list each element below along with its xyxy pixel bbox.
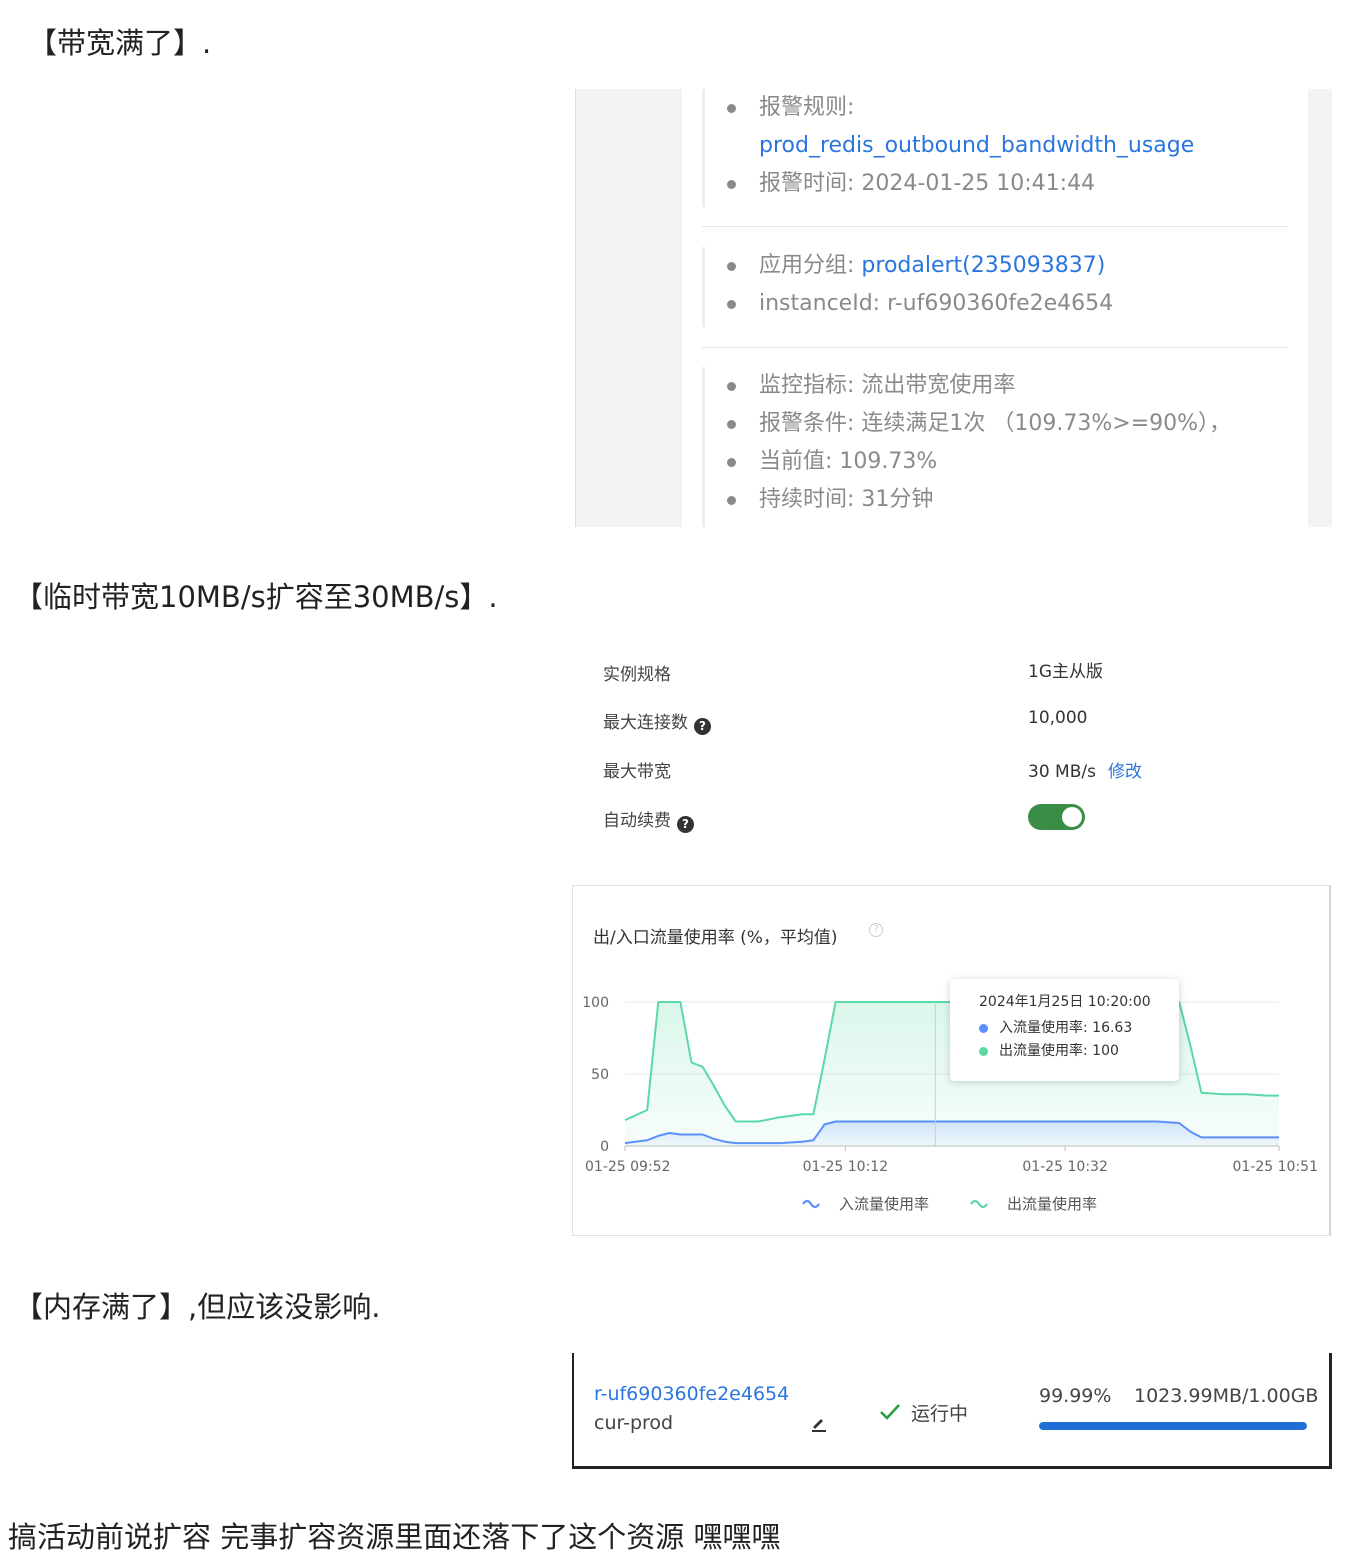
- legend-label: 出流量使用率: [1007, 1195, 1097, 1213]
- alert-condition-label: 报警条件:: [759, 411, 855, 436]
- divider: [702, 347, 1288, 348]
- bandwidth-value-text: 30 MB/s: [1028, 762, 1096, 782]
- alert-screenshot: 报警规则: prod_redis_outbound_bandwidth_usag…: [575, 89, 1332, 527]
- alert-rule-link[interactable]: prod_redis_outbound_bandwidth_usage: [705, 127, 1288, 165]
- memory-usage-bar: [1039, 1422, 1307, 1430]
- alert-group-link[interactable]: prodalert(235093837): [861, 253, 1105, 278]
- alert-time-row: 报警时间: 2024-01-25 10:41:44: [705, 165, 1288, 203]
- memory-instance-row: r-uf690360fe2e4654 cur-prod 运行中 99.99% 1…: [572, 1353, 1332, 1469]
- tooltip-row-in: 入流量使用率: 16.63: [979, 1017, 1179, 1040]
- pencil-icon[interactable]: [809, 1413, 829, 1433]
- y-tick-label: 0: [600, 1139, 609, 1155]
- alert-group-section: 应用分组: prodalert(235093837) instanceId: r…: [702, 247, 1288, 327]
- heading-bandwidth-upgrade: 【临时带宽10MB/s扩容至30MB/s】.: [14, 580, 498, 614]
- heading-memory-full: 【内存满了】,但应该没影响.: [14, 1290, 381, 1324]
- series-dot-icon: [979, 1047, 988, 1056]
- maxconn-label: 最大连接数?: [603, 708, 711, 735]
- alert-group-row: 应用分组: prodalert(235093837): [705, 247, 1288, 285]
- alert-condition-row: 报警条件: 连续满足1次 （109.73%>=90%），: [705, 405, 1288, 443]
- alert-rule-section: 报警规则: prod_redis_outbound_bandwidth_usag…: [702, 89, 1288, 207]
- alert-current-label: 当前值:: [759, 449, 833, 474]
- alert-card: 报警规则: prod_redis_outbound_bandwidth_usag…: [682, 89, 1308, 527]
- tooltip-title: 2024年1月25日 10:20:00: [979, 994, 1151, 1010]
- legend-label: 入流量使用率: [839, 1195, 929, 1213]
- closing-remark: 搞活动前说扩容 完事扩容资源里面还落下了这个资源 嘿嘿嘿: [8, 1520, 781, 1554]
- legend-swatch-icon: [970, 1199, 988, 1209]
- traffic-chart-panel: 出/入口流量使用率 (%，平均值) ? 0 50 100 01-25 09:52 01-…: [572, 885, 1331, 1236]
- status-text: 运行中: [911, 1403, 969, 1425]
- autorenew-label-text: 自动续费: [603, 811, 671, 831]
- alert-duration-value: 31分钟: [861, 487, 934, 512]
- tooltip-row-out-label: 出流量使用率: 100: [999, 1043, 1119, 1059]
- modify-bandwidth-link[interactable]: 修改: [1108, 762, 1142, 782]
- spec-label: 实例规格: [603, 660, 671, 685]
- alert-current-value: 109.73%: [839, 449, 938, 474]
- spec-value: 1G主从版: [1028, 662, 1103, 682]
- x-tick-label: 01-25 10:51: [1233, 1159, 1318, 1175]
- bandwidth-label-text: 最大带宽: [603, 762, 671, 782]
- alert-rule-row: 报警规则:: [705, 89, 1288, 127]
- y-tick-label: 50: [591, 1067, 609, 1083]
- bandwidth-value: 30 MB/s 修改: [1028, 757, 1142, 782]
- alert-time-label: 报警时间:: [759, 171, 855, 196]
- toggle-knob: [1062, 807, 1082, 827]
- bandwidth-label: 最大带宽: [603, 757, 671, 782]
- chart-tooltip: 2024年1月25日 10:20:00 入流量使用率: 16.63 出流量使用率…: [950, 979, 1179, 1081]
- alert-time-value: 2024-01-25 10:41:44: [861, 171, 1096, 196]
- tooltip-row-in-label: 入流量使用率: 16.63: [999, 1020, 1133, 1036]
- x-tick-label: 01-25 09:52: [585, 1159, 670, 1175]
- alert-condition-value: 连续满足1次 （109.73%>=90%），: [861, 411, 1232, 436]
- alert-duration-row: 持续时间: 31分钟: [705, 481, 1288, 519]
- alert-instance-value: r-uf690360fe2e4654: [887, 291, 1114, 316]
- alert-current-row: 当前值: 109.73%: [705, 443, 1288, 481]
- legend-swatch-icon: [802, 1199, 820, 1209]
- autorenew-toggle[interactable]: [1028, 804, 1085, 830]
- alert-metric-label: 监控指标:: [759, 373, 855, 398]
- help-icon[interactable]: ?: [694, 718, 711, 735]
- alert-duration-label: 持续时间:: [759, 487, 855, 512]
- alert-metric-value: 流出带宽使用率: [861, 373, 1016, 398]
- y-tick-label: 100: [582, 995, 609, 1011]
- instance-name: cur-prod: [594, 1412, 674, 1434]
- check-icon: [880, 1404, 900, 1420]
- series-dot-icon: [979, 1024, 988, 1033]
- x-tick-label: 01-25 10:12: [803, 1159, 888, 1175]
- instance-id-link[interactable]: r-uf690360fe2e4654: [594, 1383, 789, 1405]
- alert-instance-row: instanceId: r-uf690360fe2e4654: [705, 285, 1288, 323]
- heading-bandwidth-full: 【带宽满了】.: [28, 26, 212, 60]
- memory-usage-text: 1023.99MB/1.00GB: [1134, 1385, 1319, 1407]
- x-tick-label: 01-25 10:32: [1022, 1159, 1107, 1175]
- maxconn-value: 10,000: [1028, 708, 1088, 728]
- maxconn-label-text: 最大连接数: [603, 713, 688, 733]
- alert-detail-section: 监控指标: 流出带宽使用率 报警条件: 连续满足1次 （109.73%>=90%…: [702, 367, 1288, 527]
- help-icon[interactable]: ?: [677, 816, 694, 833]
- divider: [702, 226, 1288, 227]
- tooltip-row-out: 出流量使用率: 100: [979, 1040, 1179, 1063]
- alert-rule-label: 报警规则:: [759, 95, 855, 120]
- alert-metric-row: 监控指标: 流出带宽使用率: [705, 367, 1288, 405]
- memory-usage-percent: 99.99%: [1039, 1385, 1112, 1407]
- alert-group-label: 应用分组:: [759, 253, 855, 278]
- spec-label-text: 实例规格: [603, 665, 671, 685]
- alert-instance-label: instanceId:: [759, 291, 881, 316]
- memory-usage-bar-fill: [1039, 1422, 1307, 1430]
- autorenew-label: 自动续费?: [603, 806, 694, 833]
